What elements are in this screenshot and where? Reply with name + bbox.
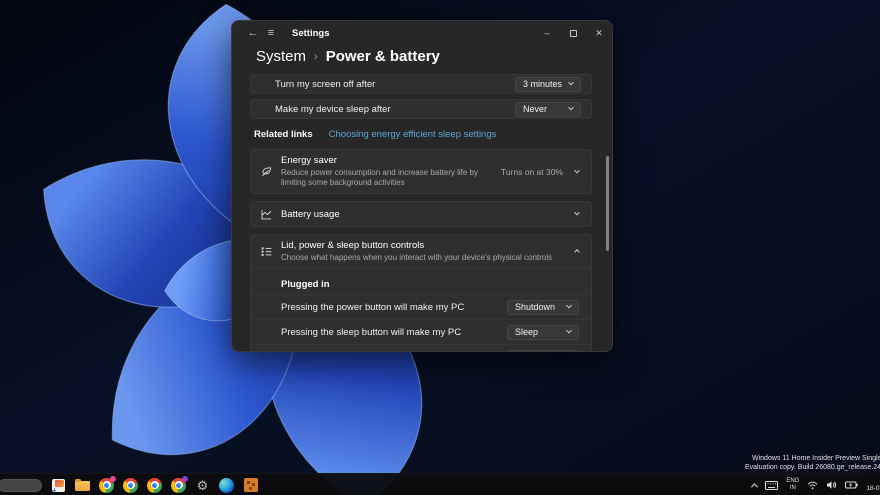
watermark-line-2: Evaluation copy. Build 26080.ge_release.… [745, 464, 880, 471]
scrollbar-thumb[interactable] [606, 156, 609, 251]
related-links-label: Related links [254, 129, 313, 140]
file-explorer-icon[interactable] [75, 478, 90, 493]
chrome-icon-profile-2[interactable] [123, 477, 138, 493]
lid-controls-title: Lid, power & sleep button controls [281, 240, 425, 251]
watermark-line-1: Windows 11 Home Insider Preview Single L… [752, 455, 880, 462]
pixel-art-app-icon[interactable] [243, 478, 258, 493]
close-button[interactable]: ✕ [586, 21, 612, 45]
window-titlebar: ← ≡ Settings – ✕ [232, 21, 612, 45]
lid-controls-description: Choose what happens when you interact wi… [281, 253, 553, 262]
energy-saver-description: Reduce power consumption and increase ba… [281, 168, 478, 187]
language-indicator[interactable]: ENG IN [786, 478, 799, 492]
taskbar-pinned-apps: ⚙ [0, 474, 258, 495]
energy-saver-title: Energy saver [281, 155, 337, 166]
setting-label: Pressing the sleep button will make my P… [281, 326, 462, 338]
energy-saver-status: Turns on at 30% [500, 166, 563, 177]
breadcrumb-page: Power & battery [325, 48, 440, 65]
plugged-in-label: Plugged in [281, 279, 330, 290]
battery-usage-chart-icon [257, 208, 275, 221]
clock-time: 23:4 [866, 477, 880, 485]
setting-label: Closing the lid will make my PC [281, 352, 507, 353]
screen-off-row: Turn my screen off after 3 minutes [250, 74, 592, 94]
desktop: ← ≡ Settings – ✕ System › Power & batter… [0, 0, 880, 495]
volume-icon[interactable] [826, 480, 837, 490]
profile-badge [110, 475, 116, 482]
controls-list-icon [257, 245, 275, 258]
settings-window: ← ≡ Settings – ✕ System › Power & batter… [231, 20, 613, 352]
system-tray: ENG IN 18-0 [751, 474, 880, 495]
maximize-button[interactable] [560, 21, 586, 45]
search-box[interactable] [0, 478, 42, 492]
taskbar: ⚙ ENG IN [0, 473, 880, 495]
setting-label: Turn my screen off after [275, 78, 376, 90]
chevron-down-icon[interactable] [574, 167, 580, 173]
device-sleep-dropdown[interactable]: Never [515, 101, 581, 117]
touch-keyboard-icon[interactable] [765, 480, 779, 490]
close-lid-dropdown[interactable]: Sleep [507, 349, 579, 351]
chrome-icon-profile-4[interactable] [171, 475, 188, 493]
clock[interactable]: 23:4 18-03-202 [866, 477, 880, 493]
energy-sleep-settings-link[interactable]: Choosing energy efficient sleep settings [329, 129, 497, 140]
energy-saver-card[interactable]: Energy saver Reduce power consumption an… [250, 149, 592, 194]
hidden-icons-chevron[interactable] [751, 482, 759, 490]
profile-badge [182, 475, 188, 482]
chevron-down-icon [568, 79, 574, 86]
menu-icon[interactable]: ≡ [262, 27, 280, 39]
chrome-icon-profile-3[interactable] [147, 477, 162, 493]
related-links-row: Related links Choosing energy efficient … [250, 129, 592, 140]
device-sleep-row: Make my device sleep after Never [250, 99, 592, 119]
settings-gear-icon[interactable]: ⚙ [195, 478, 210, 493]
breadcrumb-section[interactable]: System [256, 48, 306, 65]
setting-label: Make my device sleep after [275, 103, 391, 115]
lid-controls-card[interactable]: Lid, power & sleep button controls Choos… [250, 234, 592, 353]
breadcrumb: System › Power & battery [232, 45, 612, 72]
minimize-button[interactable]: – [534, 21, 560, 45]
sleep-button-dropdown[interactable]: Sleep [507, 324, 579, 340]
chevron-down-icon [566, 327, 572, 334]
sleep-button-row: Pressing the sleep button will make my P… [251, 319, 591, 344]
maximize-icon [569, 29, 577, 37]
close-lid-row: Closing the lid will make my PC Sleep [251, 344, 591, 353]
power-button-dropdown[interactable]: Shutdown [507, 299, 579, 315]
lid-controls-body: Plugged in Pressing the power button wil… [251, 279, 591, 353]
chevron-down-icon [566, 302, 572, 309]
clock-date: 18-03-202 [866, 485, 880, 492]
chevron-down-icon [568, 104, 574, 111]
chevron-up-icon[interactable] [574, 248, 580, 255]
setting-label: Pressing the power button will make my P… [281, 301, 465, 313]
breadcrumb-separator: › [314, 51, 318, 63]
battery-usage-card[interactable]: Battery usage [250, 201, 592, 227]
energy-saver-leaf-icon [257, 165, 275, 178]
wifi-icon[interactable] [807, 481, 818, 490]
back-icon[interactable]: ← [244, 27, 262, 39]
window-title: Settings [292, 27, 330, 39]
chevron-down-icon[interactable] [574, 209, 580, 216]
edge-icon[interactable] [219, 477, 234, 493]
power-button-row: Pressing the power button will make my P… [251, 294, 591, 319]
settings-content: Turn my screen off after 3 minutes Make … [232, 72, 612, 353]
pinned-app-icon[interactable] [51, 478, 66, 495]
battery-icon[interactable] [845, 481, 859, 489]
battery-usage-title: Battery usage [281, 208, 340, 220]
chrome-icon-profile-1[interactable] [99, 475, 116, 493]
screen-off-dropdown[interactable]: 3 minutes [515, 76, 581, 92]
